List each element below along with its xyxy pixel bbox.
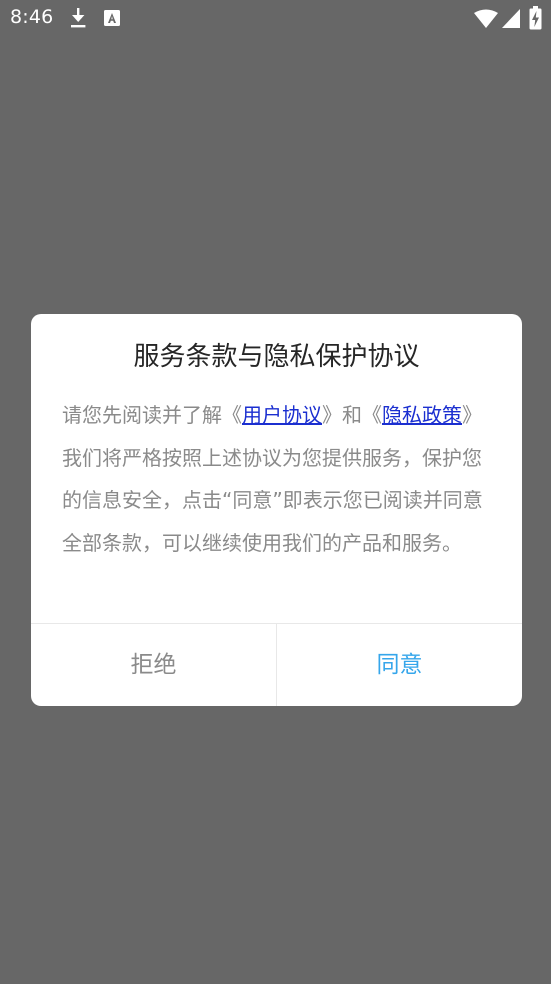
dialog-body-text: 请您先阅读并了解《用户协议》和《隐私政策》我们将严格按照上述协议为您提供服务，保… (62, 394, 494, 564)
privacy-policy-link[interactable]: 隐私政策 (382, 403, 462, 427)
agree-button[interactable]: 同意 (277, 624, 522, 706)
dialog-title: 服务条款与隐私保护协议 (133, 342, 420, 372)
download-icon (69, 6, 87, 30)
battery-charging-icon (529, 6, 542, 30)
terms-privacy-dialog: 服务条款与隐私保护协议 请您先阅读并了解《用户协议》和《隐私政策》我们将严格按照… (31, 314, 522, 706)
wifi-icon (474, 9, 498, 28)
body-mid-text: 》和《 (322, 403, 382, 427)
body-intro-text: 请您先阅读并了解《 (62, 403, 242, 427)
a-notification-icon (104, 10, 120, 26)
cell-signal-icon (502, 9, 520, 28)
status-time: 8:46 (10, 6, 54, 28)
reject-button[interactable]: 拒绝 (31, 624, 276, 706)
user-agreement-link[interactable]: 用户协议 (242, 403, 322, 427)
status-bar: 8:46 (0, 0, 551, 36)
